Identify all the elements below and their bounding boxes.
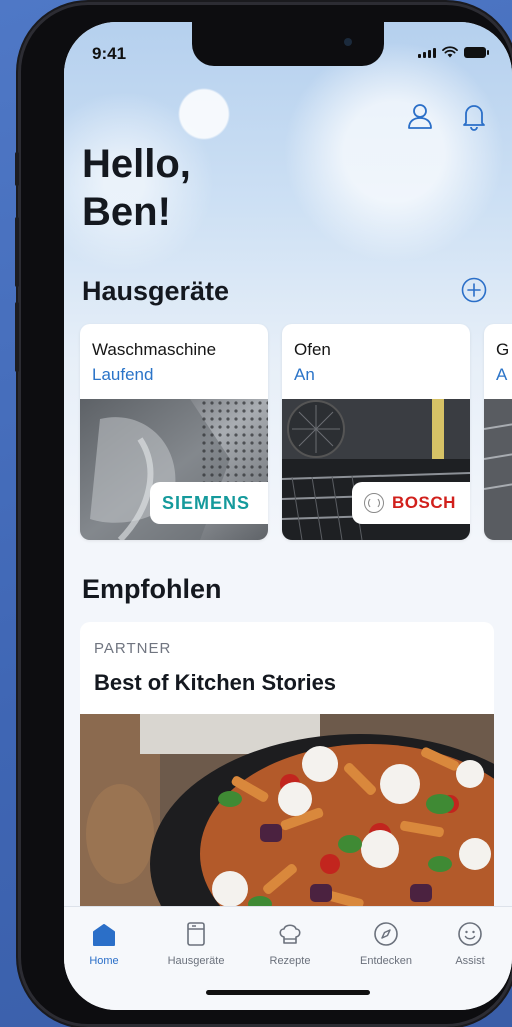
appliance-card-washer[interactable]: Waschmaschine Laufend SIEMENS — [80, 324, 268, 540]
tab-rezepte[interactable]: Rezepte — [250, 921, 330, 967]
signal-icon — [418, 48, 436, 58]
status-icons — [418, 46, 489, 58]
tab-label: Assist — [455, 955, 485, 967]
home-indicator[interactable] — [206, 990, 370, 995]
appliance-status: Laufend — [92, 365, 154, 384]
appliance-card-partial[interactable]: G A — [484, 324, 512, 540]
tab-home[interactable]: Home — [64, 921, 144, 967]
tab-entdecken[interactable]: Entdecken — [346, 921, 426, 967]
plus-circle-icon[interactable] — [460, 276, 488, 304]
app-screen: 9:41 Hello, Ben! Hausgeräte Waschmaschin… — [64, 22, 512, 1010]
partner-label: PARTNER — [94, 640, 172, 657]
phone-frame: 9:41 Hello, Ben! Hausgeräte Waschmaschin… — [15, 2, 512, 1027]
appliance-status: A — [496, 365, 508, 384]
wifi-icon — [442, 46, 458, 58]
brand-label: BOSCH — [392, 493, 456, 512]
chef-hat-icon — [279, 924, 301, 944]
mute-switch — [15, 152, 19, 186]
appliance-icon — [187, 922, 205, 946]
bell-icon[interactable] — [458, 100, 490, 132]
siemens-logo: SIEMENS — [150, 482, 268, 524]
greeting-line-1: Hello, — [82, 142, 191, 186]
tab-label: Entdecken — [360, 955, 412, 967]
tab-assist[interactable]: Assist — [430, 921, 510, 967]
tab-hausgeraete[interactable]: Hausgeräte — [156, 921, 236, 967]
greeting: Hello, Ben! — [82, 140, 191, 236]
compass-icon — [374, 922, 398, 946]
tab-label: Rezepte — [269, 955, 311, 967]
recommended-card[interactable]: PARTNER Best of Kitchen Stories — [80, 622, 494, 942]
recommended-card-title: Best of Kitchen Stories — [94, 670, 337, 695]
tab-label: Hausgeräte — [167, 955, 225, 967]
volume-down-button — [15, 302, 19, 372]
appliance-card-oven[interactable]: Ofen An BOSCH — [282, 324, 470, 540]
battery-icon — [464, 47, 489, 58]
volume-up-button — [15, 217, 19, 287]
smiley-icon — [458, 922, 482, 946]
user-icon[interactable] — [404, 100, 436, 132]
status-time: 9:41 — [92, 44, 127, 63]
greeting-line-2: Ben! — [82, 190, 171, 234]
brand-label: SIEMENS — [162, 492, 251, 513]
front-camera — [344, 38, 352, 46]
brand-label-wrap: BOSCH — [364, 493, 456, 513]
appliance-status: An — [294, 365, 315, 384]
notch — [192, 22, 384, 66]
appliance-name: Waschmaschine — [92, 340, 217, 359]
appliance-name: G — [496, 340, 510, 359]
recommended-title: Empfohlen — [82, 574, 222, 604]
home-icon — [93, 924, 115, 946]
bosch-emblem-icon — [364, 493, 384, 513]
appliances-title: Hausgeräte — [82, 276, 230, 306]
appliance-name: Ofen — [294, 340, 331, 359]
bosch-logo: BOSCH — [352, 482, 470, 524]
tab-label: Home — [89, 955, 119, 967]
appliance-image — [484, 399, 512, 540]
